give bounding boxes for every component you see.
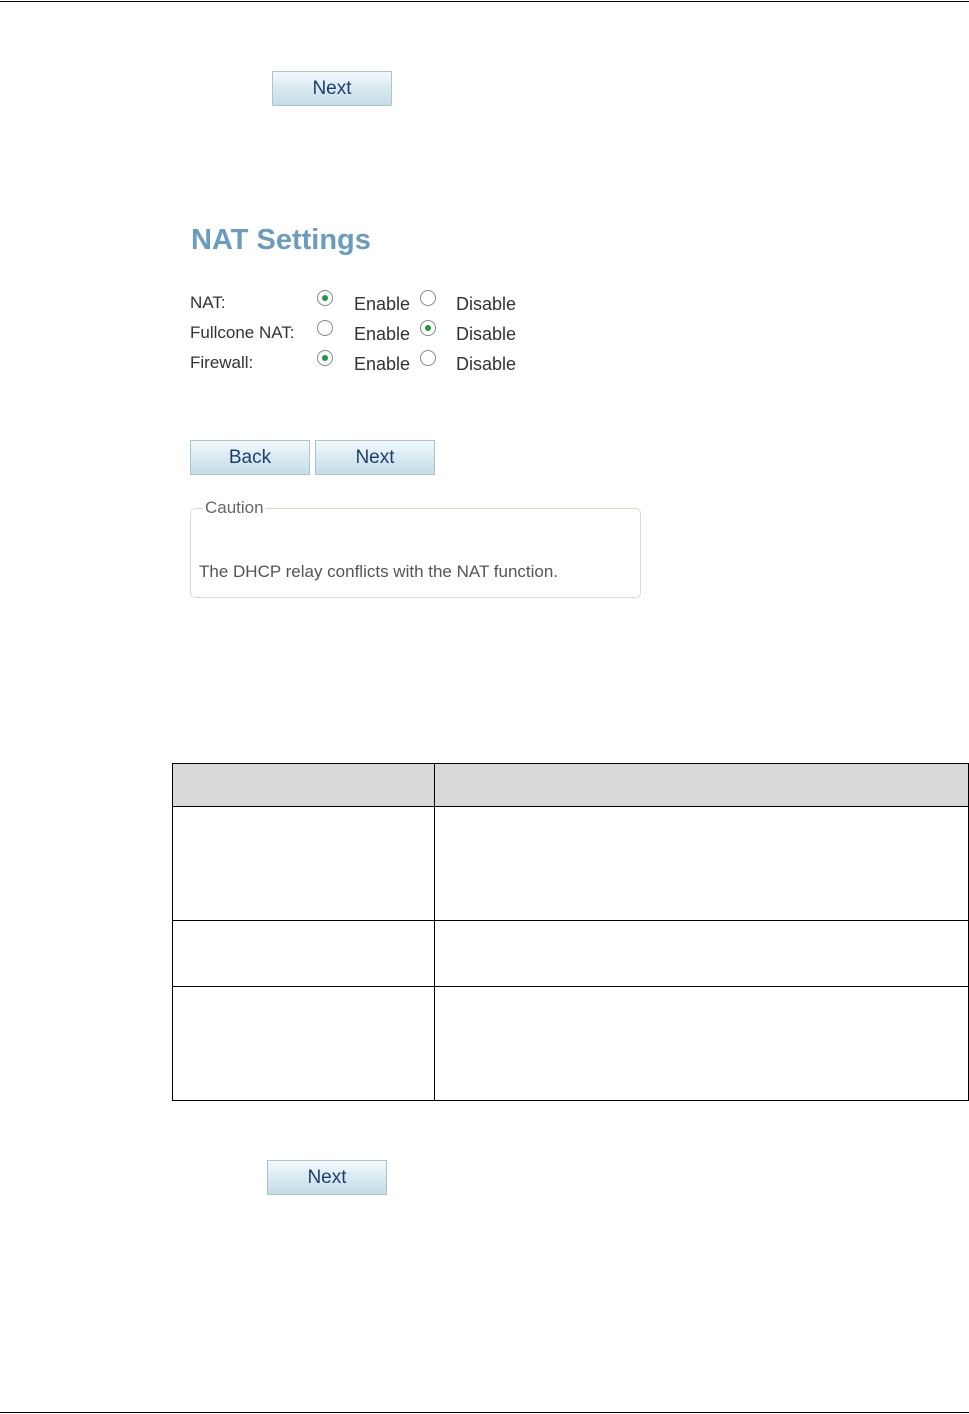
table-cell — [434, 806, 969, 921]
table-header-row — [172, 763, 969, 807]
table-cell — [172, 806, 435, 921]
fullcone-nat-enable-radio[interactable] — [317, 320, 333, 336]
page-title: NAT Settings — [191, 224, 371, 256]
caution-message: The DHCP relay conflicts with the NAT fu… — [199, 562, 559, 581]
table-header-cell — [434, 763, 969, 807]
nat-enable-label: Enable — [354, 294, 411, 314]
firewall-enable-radio[interactable] — [317, 350, 333, 366]
table-row — [172, 986, 969, 1101]
firewall-enable-label: Enable — [354, 354, 411, 374]
table-cell — [172, 920, 435, 987]
nat-disable-label: Disable — [456, 294, 517, 314]
table-cell — [434, 920, 969, 987]
firewall-disable-radio[interactable] — [420, 350, 436, 366]
fullcone-nat-disable-label: Disable — [456, 324, 517, 344]
next-button-top[interactable]: Next — [272, 71, 392, 106]
table-cell — [434, 986, 969, 1101]
table-row — [172, 920, 969, 987]
fullcone-nat-enable-label: Enable — [354, 324, 411, 344]
back-button[interactable]: Back — [190, 440, 310, 475]
page-bottom-rule — [0, 1412, 969, 1413]
next-button[interactable]: Next — [315, 440, 435, 475]
table-cell — [172, 986, 435, 1101]
firewall-row: Firewall: Enable Disable — [190, 350, 550, 388]
firewall-label: Firewall: — [190, 353, 254, 372]
firewall-disable-label: Disable — [456, 354, 517, 374]
description-table — [172, 763, 969, 1101]
next-button-bottom[interactable]: Next — [267, 1160, 387, 1195]
fullcone-nat-label: Fullcone NAT: — [190, 323, 295, 342]
nat-disable-radio[interactable] — [420, 290, 436, 306]
nat-label: NAT: — [190, 293, 226, 312]
table-header-cell — [172, 763, 435, 807]
page-top-rule — [0, 1, 969, 2]
fullcone-nat-disable-radio[interactable] — [420, 320, 436, 336]
caution-legend: Caution — [205, 498, 264, 517]
table-row — [172, 806, 969, 921]
nat-enable-radio[interactable] — [317, 290, 333, 306]
caution-box: Caution The DHCP relay conflicts with th… — [190, 498, 641, 598]
